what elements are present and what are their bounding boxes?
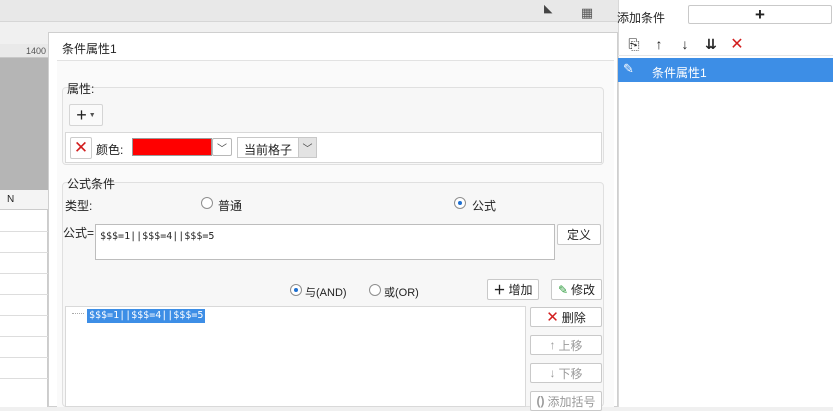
sidebar-item-label: 条件属性1 — [652, 66, 707, 80]
close-icon: ✕ — [546, 309, 559, 326]
type-label: 类型: — [65, 199, 93, 213]
grid-line — [0, 336, 48, 337]
arrow-down-icon: ↓ — [549, 366, 556, 380]
formula-equals-label: 公式= — [63, 226, 95, 240]
grid-line — [0, 273, 48, 274]
type-normal-label[interactable]: 普通 — [218, 197, 242, 214]
remove-label: 删除 — [561, 310, 586, 325]
arrow-down-icon[interactable]: ↓ — [676, 35, 694, 53]
sheet-grid[interactable]: N — [0, 190, 48, 407]
logic-and-radio[interactable] — [290, 284, 302, 296]
attributes-label: 属性: — [67, 82, 95, 96]
sidebar-item-condition[interactable] — [618, 58, 833, 82]
copy-icon[interactable]: ⎘ — [625, 35, 643, 53]
column-header[interactable]: N — [0, 190, 48, 210]
bracket-icon: () — [536, 394, 545, 408]
move-up-button[interactable]: ↑ 上移 — [530, 335, 602, 355]
corner-arrow-icon[interactable]: ◣ — [544, 2, 552, 15]
ruler-value: 1400 — [26, 46, 47, 56]
color-label: 颜色: — [96, 143, 124, 157]
grid-line — [0, 294, 48, 295]
chevron-down-icon: ﹀ — [217, 143, 227, 155]
color-swatch[interactable] — [132, 138, 212, 156]
add-label: 增加 — [508, 283, 533, 297]
caret-down-icon: ▼ — [88, 111, 96, 119]
layout-icon[interactable]: ▦ — [576, 2, 598, 24]
logic-or-radio[interactable] — [369, 284, 381, 296]
add-condition-button[interactable]: ＋ 增加 — [487, 279, 539, 300]
move-down-label: 下移 — [558, 366, 583, 381]
plus-icon: ＋ — [493, 283, 506, 297]
formula-input[interactable]: $$$=1||$$$=4||$$$=5 — [95, 224, 555, 260]
sheet-background — [0, 58, 48, 190]
add-bracket-button[interactable]: () 添加括号 — [530, 391, 602, 411]
edit-icon: ✎ — [623, 61, 634, 76]
move-to-bottom-icon[interactable]: ⇊ — [702, 35, 720, 53]
move-down-button[interactable]: ↓ 下移 — [530, 363, 602, 383]
top-bar — [0, 0, 618, 22]
grid-line — [0, 378, 48, 379]
dialog-title: 条件属性1 — [62, 42, 117, 56]
logic-or-label[interactable]: 或(OR) — [384, 284, 419, 300]
add-condition-label: 添加条件 — [617, 11, 666, 25]
define-button[interactable]: 定义 — [557, 224, 601, 245]
scope-select[interactable]: 当前格子 ﹀ — [237, 137, 317, 158]
grid-line — [0, 231, 48, 232]
delete-icon[interactable]: ✕ — [728, 35, 746, 53]
move-up-label: 上移 — [558, 338, 583, 353]
arrow-up-icon[interactable]: ↑ — [650, 35, 668, 53]
type-formula-radio[interactable] — [454, 197, 466, 209]
grid-line — [0, 357, 48, 358]
formula-condition-label: 公式条件 — [67, 177, 116, 191]
edit-label: 修改 — [571, 283, 596, 297]
ruler: 1400 — [0, 44, 48, 58]
type-formula-label[interactable]: 公式 — [472, 197, 496, 214]
grid-line — [0, 315, 48, 316]
edit-condition-button[interactable]: ✎ 修改 — [551, 279, 602, 300]
chevron-down-icon[interactable]: ﹀ — [298, 138, 316, 157]
scope-value: 当前格子 — [244, 143, 293, 157]
grid-line — [0, 252, 48, 253]
delete-attribute-button[interactable]: ✕ — [70, 137, 92, 159]
add-condition-plus-button[interactable]: + — [688, 5, 832, 24]
remove-button[interactable]: ✕ 删除 — [530, 307, 602, 327]
tree-connector — [72, 313, 84, 314]
add-attribute-button[interactable]: + ▼ — [69, 104, 103, 126]
edit-icon: ✎ — [557, 282, 569, 297]
list-item[interactable]: $$$=1||$$$=4||$$$=5 — [87, 309, 206, 323]
type-normal-radio[interactable] — [201, 197, 213, 209]
plus-icon: + — [76, 105, 87, 125]
logic-and-label[interactable]: 与(AND) — [305, 284, 347, 300]
color-dropdown-button[interactable]: ﹀ — [212, 138, 232, 156]
arrow-up-icon: ↑ — [549, 338, 556, 352]
